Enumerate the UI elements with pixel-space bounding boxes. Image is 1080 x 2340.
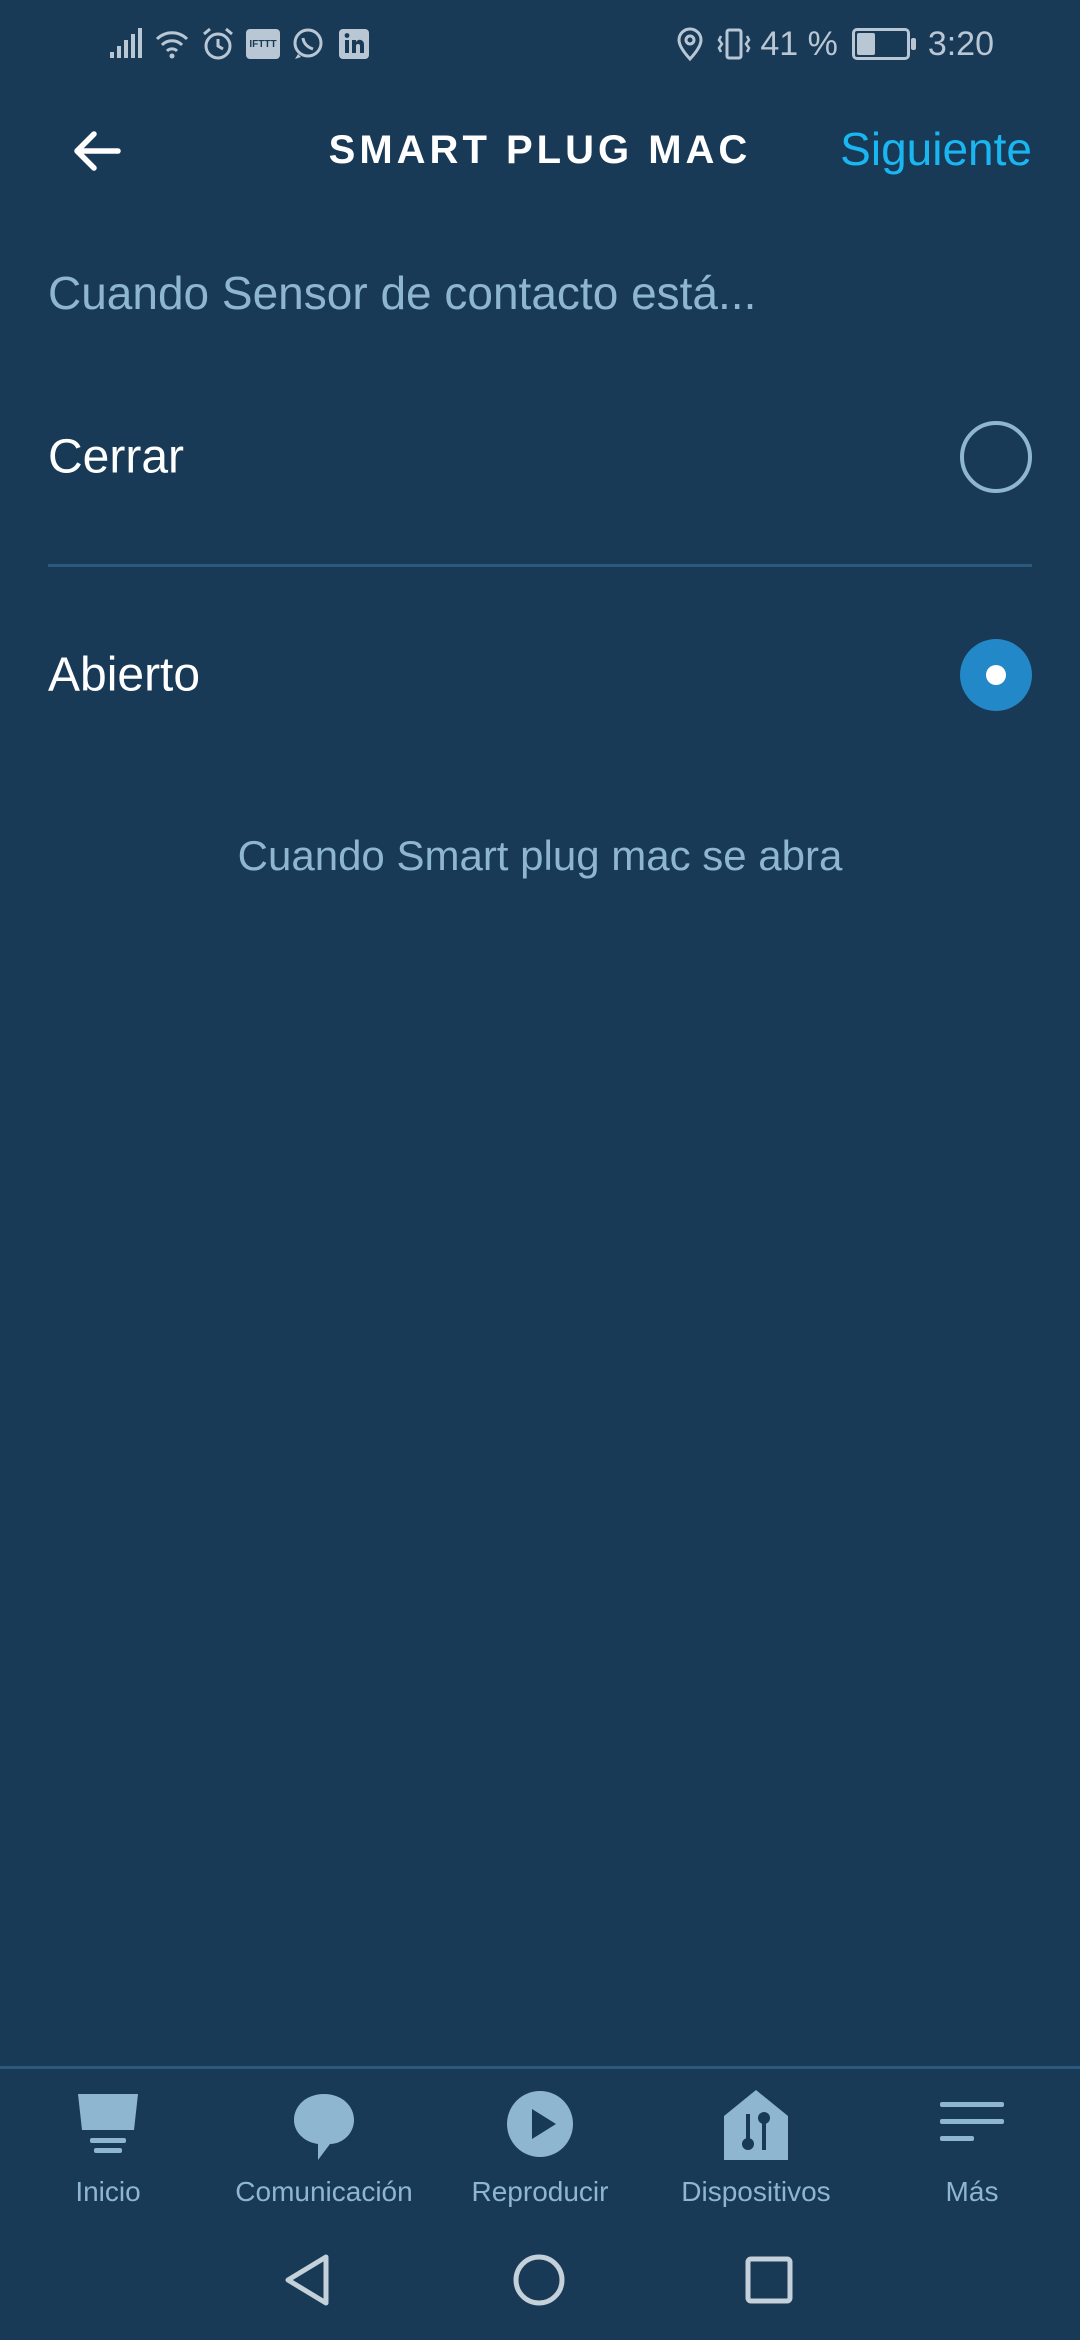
play-icon: [500, 2086, 580, 2166]
status-time: 3:20: [927, 24, 994, 63]
menu-icon: [932, 2086, 1012, 2166]
bottom-nav: Inicio Comunicación Reproducir Dispositi…: [0, 2070, 1080, 2220]
nav-label: Más: [945, 2176, 999, 2207]
location-icon: [672, 26, 708, 62]
option-label: Abierto: [48, 648, 201, 702]
nav-item-mas[interactable]: Más: [864, 2070, 1080, 2220]
description-text: Cuando Smart plug mac se abra: [237, 832, 843, 879]
option-abierto[interactable]: Abierto: [48, 600, 1032, 750]
system-home-button[interactable]: [504, 2245, 574, 2315]
home-icon: [68, 2086, 148, 2166]
system-recents-button[interactable]: [734, 2245, 804, 2315]
signal-icon: [108, 26, 144, 62]
back-triangle-icon: [285, 2254, 329, 2306]
nav-label: Inicio: [75, 2176, 141, 2207]
battery-icon: [851, 28, 916, 60]
linkedin-icon: [336, 26, 372, 62]
ifttt-icon: IFTTT: [246, 29, 280, 59]
divider: [48, 564, 1032, 567]
option-cerrar[interactable]: Cerrar: [48, 382, 1032, 532]
chat-bubble-icon: [284, 2086, 364, 2166]
alarm-icon: [200, 26, 236, 62]
system-back-button[interactable]: [274, 2245, 344, 2315]
whatsapp-icon: [290, 26, 326, 62]
status-bar-right-icons: 41 % 3:20: [672, 22, 994, 66]
nav-item-comunicacion[interactable]: Comunicación: [216, 2070, 432, 2220]
devices-icon: [716, 2086, 796, 2166]
nav-item-inicio[interactable]: Inicio: [0, 2070, 216, 2220]
next-button[interactable]: Siguiente: [840, 122, 1032, 176]
bottom-nav-divider: [0, 2066, 1080, 2069]
status-bar: IFTTT 41 % 3:20: [0, 0, 1080, 88]
radio-selected-icon[interactable]: [960, 639, 1032, 711]
status-bar-left-icons: IFTTT: [108, 22, 372, 66]
recents-square-icon: [745, 2256, 793, 2304]
nav-label: Dispositivos: [681, 2176, 831, 2207]
option-label: Cerrar: [48, 430, 185, 484]
system-nav-bar: [0, 2225, 1080, 2340]
nav-item-reproducir[interactable]: Reproducir: [432, 2070, 648, 2220]
radio-unselected-icon[interactable]: [960, 421, 1032, 493]
nav-item-dispositivos[interactable]: Dispositivos: [648, 2070, 864, 2220]
section-subtitle: Cuando Sensor de contacto está...: [48, 267, 757, 319]
battery-percent: 41 %: [760, 24, 838, 63]
vibrate-icon: [716, 26, 752, 62]
wifi-icon: [154, 26, 190, 62]
nav-label: Reproducir: [471, 2176, 609, 2207]
header: SMART PLUG MAC Siguiente: [0, 100, 1080, 202]
home-circle-icon: [513, 2254, 565, 2306]
nav-label: Comunicación: [235, 2176, 413, 2207]
